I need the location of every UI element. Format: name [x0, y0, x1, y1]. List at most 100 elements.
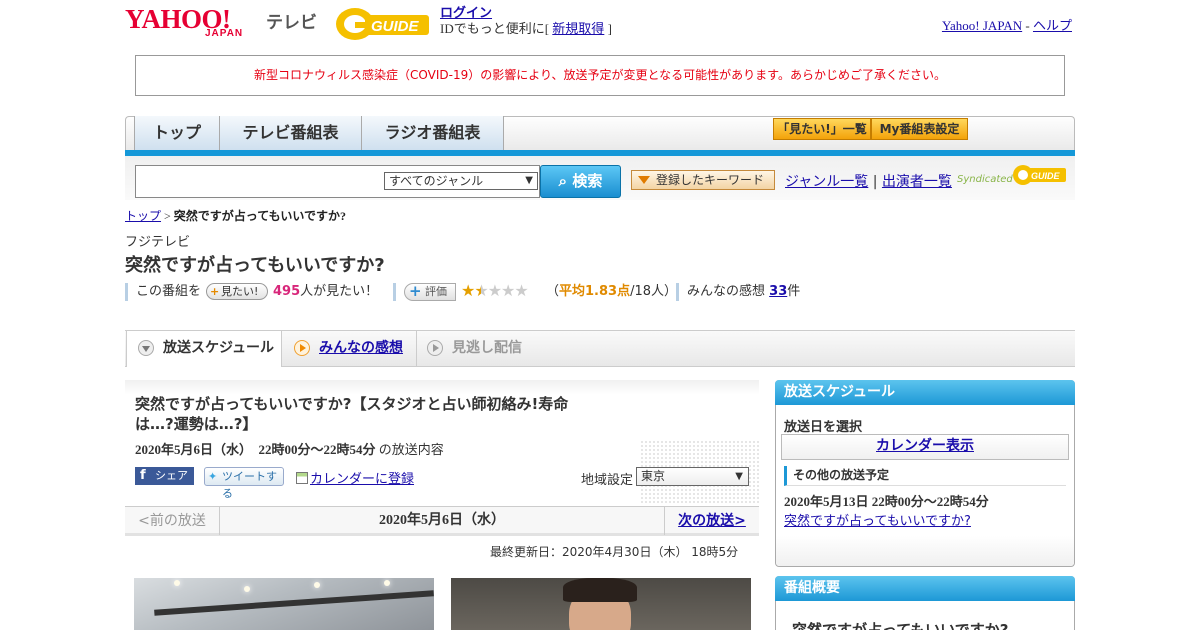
- search-button[interactable]: ⌕ 検索: [540, 165, 621, 198]
- photo-lamp: [384, 580, 390, 586]
- current-date: 2020年5月6日（水）: [379, 513, 505, 528]
- genre-list-link[interactable]: ジャンル一覧: [785, 174, 868, 190]
- photo-lamp: [174, 580, 180, 586]
- region-select[interactable]: 東京 ▼: [636, 467, 749, 486]
- stat-divider: [125, 283, 128, 301]
- gguide-small-logo: GUIDE: [1013, 165, 1066, 185]
- mitai-suffix: 人が見たい！: [300, 284, 379, 299]
- twitter-bird-icon: ✦: [208, 470, 218, 483]
- genre-select-value: すべてのジャンル: [389, 174, 484, 188]
- tv-logo-label[interactable]: テレビ: [266, 8, 317, 33]
- tab-schedule-label: 放送スケジュール: [163, 340, 275, 356]
- links-separator: |: [872, 174, 878, 190]
- star-icon: ★: [461, 281, 475, 300]
- help-link[interactable]: ヘルプ: [1033, 18, 1072, 33]
- star-icon: ★: [474, 281, 488, 300]
- prev-broadcast: <前の放送: [125, 507, 220, 535]
- last-updated: 最終更新日：2020年4月30日（木） 18時5分: [490, 545, 739, 559]
- header-links: Yahoo! JAPAN - ヘルプ: [942, 15, 1072, 34]
- login-box: ログイン IDでもっと便利に[ 新規取得 ]: [440, 5, 612, 37]
- rating-stars: ★★★★★: [461, 281, 529, 300]
- rating-people: /18人）: [630, 284, 678, 299]
- breadcrumb-current: 突然ですが占ってもいいですか?: [173, 209, 346, 223]
- next-broadcast-link: 次の放送>: [678, 513, 746, 529]
- mitai-prefix: この番組を: [136, 284, 202, 299]
- calendar-register-link: カレンダーに登録: [310, 472, 415, 487]
- chevron-down-icon: [138, 340, 154, 356]
- studio-photo[interactable]: [134, 578, 434, 630]
- syndicated-label: Syndicated: [957, 174, 1013, 185]
- genre-links: ジャンル一覧 | 出演者一覧: [785, 171, 952, 191]
- nav-tab-top[interactable]: トップ: [134, 116, 220, 150]
- photo-hair: [563, 578, 637, 602]
- plus-icon: +: [409, 282, 422, 300]
- episode-datetime: 2020年5月6日（水） 22時00分～22時54分 の放送内容: [135, 439, 444, 458]
- chevron-down-icon: ▼: [525, 175, 533, 186]
- review-text: みんなの感想 33件: [687, 283, 800, 301]
- my-settings-button[interactable]: My番組表設定: [871, 118, 968, 140]
- channel-name: フジテレビ: [125, 235, 191, 250]
- login-desc-end: ]: [607, 21, 612, 36]
- mitai-button-label: 見たい!: [221, 285, 259, 298]
- keyword-button[interactable]: 登録したキーワード: [631, 170, 775, 190]
- review-count-link[interactable]: 33: [769, 284, 787, 299]
- mitai-count: 495: [273, 284, 301, 299]
- nav-tab-radio[interactable]: ラジオ番組表: [362, 116, 504, 150]
- photo-lamp: [244, 586, 250, 592]
- login-desc: IDでもっと便利に[: [440, 21, 550, 36]
- other-schedule-item[interactable]: 突然ですが占ってもいいですか?: [784, 510, 971, 529]
- play-icon: [294, 340, 310, 356]
- rate-button[interactable]: + 評価: [404, 283, 456, 301]
- host-photo[interactable]: [451, 578, 751, 630]
- tab-reviews-label: みんなの感想: [319, 340, 403, 356]
- nav-tab-tv[interactable]: テレビ番組表: [220, 116, 362, 150]
- facebook-share-button[interactable]: f シェア: [135, 467, 194, 485]
- overview-title: 突然ですが占ってもいいですか?: [792, 621, 1009, 630]
- review-prefix: みんなの感想: [687, 284, 766, 299]
- breadcrumb: トップ > 突然ですが占ってもいいですか?: [125, 207, 346, 224]
- sidebar-overview-heading: 番組概要: [775, 576, 1075, 601]
- photo-beam: [154, 590, 434, 616]
- genre-select[interactable]: すべてのジャンル ▼: [384, 172, 538, 190]
- tweet-button[interactable]: ✦ ツイートする: [204, 467, 284, 500]
- sidebar-schedule-heading: 放送スケジュール: [775, 380, 1075, 405]
- next-broadcast[interactable]: 次の放送>: [664, 507, 759, 535]
- gguide-logo[interactable]: GUIDE: [335, 7, 433, 41]
- breadcrumb-top[interactable]: トップ: [125, 209, 161, 223]
- stat-divider: [393, 283, 396, 301]
- select-date-label: 放送日を選択: [784, 420, 863, 435]
- mitai-count-text: 495人が見たい！: [273, 283, 378, 301]
- other-schedule-time: 2020年5月13日 22時00分～22時54分: [784, 494, 989, 509]
- episode-datetime-suffix: の放送内容: [378, 443, 444, 458]
- search-button-label: 検索: [572, 172, 603, 190]
- yahoo-logo-japan: JAPAN: [205, 28, 244, 39]
- tab-schedule[interactable]: 放送スケジュール: [126, 331, 282, 367]
- review-suffix: 件: [787, 284, 801, 299]
- mitai-list-button[interactable]: 「見たい!」一覧: [773, 118, 871, 140]
- star-icon: ★: [514, 281, 528, 300]
- svg-text:GUIDE: GUIDE: [371, 18, 420, 35]
- region-select-value: 東京: [641, 469, 666, 483]
- calendar-view-link: カレンダー表示: [876, 439, 974, 454]
- stat-divider: [676, 283, 679, 301]
- calendar-view-button[interactable]: カレンダー表示: [781, 434, 1069, 460]
- breadcrumb-arrow: >: [164, 209, 171, 223]
- rate-button-label: 評価: [425, 285, 447, 298]
- tab-reviews[interactable]: みんなの感想: [283, 331, 417, 367]
- yahoo-japan-link[interactable]: Yahoo! JAPAN: [942, 18, 1022, 33]
- play-icon: [427, 340, 443, 356]
- calendar-register[interactable]: カレンダーに登録: [296, 468, 414, 487]
- rating-average: 平均1.83点: [559, 284, 631, 299]
- mitai-button[interactable]: + 見たい!: [206, 283, 268, 300]
- sidebar-footer: [776, 536, 1074, 566]
- performer-list-link[interactable]: 出演者一覧: [882, 174, 952, 190]
- keyword-button-label: 登録したキーワード: [656, 173, 765, 187]
- login-link[interactable]: ログイン: [440, 5, 492, 20]
- header-separator: -: [1025, 18, 1030, 33]
- star-icon: ★: [501, 281, 515, 300]
- facebook-icon: f: [140, 468, 146, 483]
- page-title: 突然ですが占ってもいいですか?: [125, 255, 385, 276]
- signup-link[interactable]: 新規取得: [552, 21, 604, 36]
- rating-text: （平均1.83点/18人）: [546, 283, 677, 301]
- star-icon: ★: [487, 281, 502, 300]
